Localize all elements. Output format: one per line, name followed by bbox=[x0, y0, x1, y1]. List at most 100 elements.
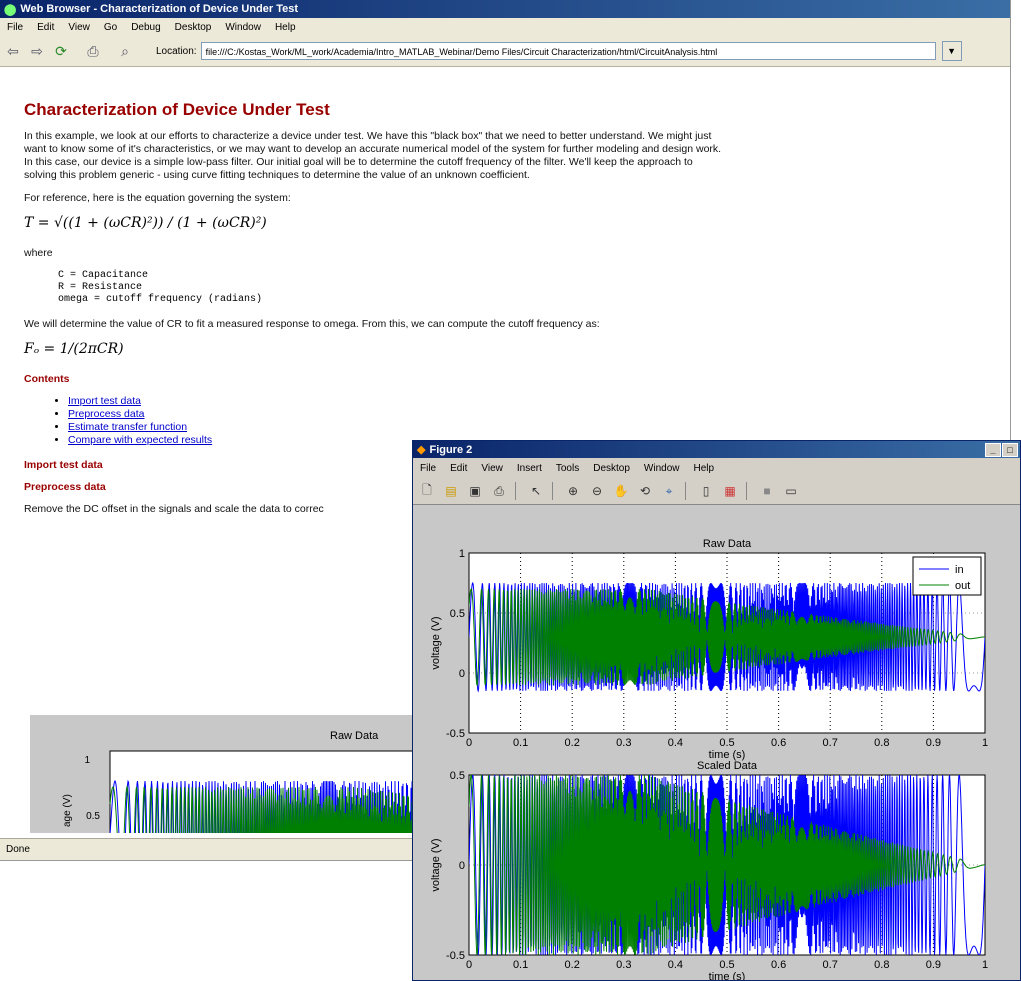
menu-view[interactable]: View bbox=[61, 22, 97, 33]
embedded-ytick: 1 bbox=[84, 755, 90, 766]
refresh-icon[interactable]: ⟳ bbox=[50, 40, 72, 62]
figure-title-bar: ◆ Figure 2 _ □ bbox=[413, 441, 1020, 458]
menu-help[interactable]: Help bbox=[268, 22, 303, 33]
y-tick-label: 0.5 bbox=[450, 770, 465, 782]
y-tick-label: -0.5 bbox=[446, 728, 465, 740]
menu-desktop[interactable]: Desktop bbox=[168, 22, 219, 33]
x-tick-label: 0.9 bbox=[926, 959, 941, 971]
legend-label: in bbox=[955, 564, 964, 576]
x-tick-label: 0.1 bbox=[513, 959, 528, 971]
save-icon[interactable]: ▣ bbox=[465, 481, 485, 501]
transfer-equation: T = √((1 + (ωCR)²)) / (1 + (ωCR)²) bbox=[24, 215, 267, 231]
list-item: Preprocess data bbox=[68, 408, 724, 421]
fig-menu-view[interactable]: View bbox=[474, 463, 510, 474]
chart-title: Scaled Data bbox=[697, 760, 758, 772]
menu-edit[interactable]: Edit bbox=[30, 22, 61, 33]
status-text: Done bbox=[6, 844, 30, 855]
x-tick-label: 0 bbox=[466, 959, 472, 971]
y-tick-label: -0.5 bbox=[446, 950, 465, 962]
fig-menu-help[interactable]: Help bbox=[687, 463, 722, 474]
x-tick-label: 0.8 bbox=[874, 959, 889, 971]
x-tick-label: 0.6 bbox=[771, 959, 786, 971]
where-text: where bbox=[24, 247, 53, 259]
maximize-button[interactable]: □ bbox=[1002, 443, 1018, 457]
minimize-button[interactable]: _ bbox=[985, 443, 1001, 457]
back-arrow-icon[interactable]: ⇦ bbox=[2, 40, 24, 62]
browser-title: Web Browser - Characterization of Device… bbox=[20, 3, 299, 15]
menu-debug[interactable]: Debug bbox=[124, 22, 167, 33]
browser-title-bar: ⬤ Web Browser - Characterization of Devi… bbox=[0, 0, 1010, 18]
variable-definitions: C = Capacitance R = Resistance omega = c… bbox=[58, 270, 263, 305]
x-tick-label: 0.3 bbox=[616, 959, 631, 971]
x-axis-label: time (s) bbox=[709, 971, 746, 980]
fig-menu-file[interactable]: File bbox=[413, 463, 443, 474]
fig-menu-window[interactable]: Window bbox=[637, 463, 687, 474]
embedded-plot-title: Raw Data bbox=[330, 730, 379, 742]
embedded-plot: Raw Data 1 0.5 age (V) bbox=[62, 730, 450, 833]
x-tick-label: 0.9 bbox=[926, 737, 941, 749]
toolbar-separator bbox=[685, 482, 686, 500]
fig-menu-tools[interactable]: Tools bbox=[549, 463, 586, 474]
x-tick-label: 0.2 bbox=[565, 737, 580, 749]
browser-app-icon: ⬤ bbox=[4, 3, 17, 16]
legend-label: out bbox=[955, 580, 970, 592]
contents-heading: Contents bbox=[24, 373, 70, 385]
contents-link[interactable]: Estimate transfer function bbox=[68, 421, 187, 433]
y-tick-label: 0 bbox=[459, 860, 465, 872]
rotate-icon[interactable]: ⟲ bbox=[635, 481, 655, 501]
figure-window: ◆ Figure 2 _ □ File Edit View Insert Too… bbox=[412, 440, 1021, 981]
x-tick-label: 1 bbox=[982, 959, 988, 971]
zoom-out-icon[interactable]: ⊖ bbox=[587, 481, 607, 501]
page-title: Characterization of Device Under Test bbox=[24, 100, 330, 119]
embedded-ytick: 0.5 bbox=[86, 811, 100, 822]
x-tick-label: 1 bbox=[982, 737, 988, 749]
embedded-ylabel: age (V) bbox=[62, 794, 73, 827]
dock-icon[interactable]: ▭ bbox=[781, 481, 801, 501]
new-figure-icon[interactable]: 🗋 bbox=[417, 481, 437, 501]
chart-1: Scaled Data 0 0.1 0.2 0.3 0.4 0.5 0.6 0.7 0.8 0.9 1… bbox=[430, 760, 988, 980]
zoom-in-icon[interactable]: ⊕ bbox=[563, 481, 583, 501]
location-input[interactable]: file:///C:/Kostas_Work/ML_work/Academia/… bbox=[200, 42, 936, 60]
legend-box bbox=[912, 556, 982, 596]
colorbar-icon[interactable]: ▯ bbox=[696, 481, 716, 501]
reference-text: For reference, here is the equation gove… bbox=[24, 192, 291, 204]
chevron-down-icon[interactable]: ▼ bbox=[941, 41, 962, 61]
list-item: Import test data bbox=[68, 395, 724, 408]
contents-link[interactable]: Compare with expected results bbox=[68, 434, 212, 446]
cutoff-equation: Fₒ = 1/(2πCR) bbox=[24, 341, 124, 357]
location-label: Location: bbox=[156, 45, 197, 57]
data-cursor-icon[interactable]: ⌖ bbox=[659, 481, 679, 501]
hide-tools-icon[interactable]: ■ bbox=[757, 481, 777, 501]
print-icon[interactable]: ⎙ bbox=[82, 40, 104, 62]
figure-title: Figure 2 bbox=[429, 443, 473, 456]
contents-link[interactable]: Import test data bbox=[68, 395, 141, 407]
x-tick-label: 0.5 bbox=[719, 737, 734, 749]
contents-link[interactable]: Preprocess data bbox=[68, 408, 144, 420]
chart-title: Raw Data bbox=[703, 538, 752, 550]
fig-menu-desktop[interactable]: Desktop bbox=[586, 463, 637, 474]
embedded-figure: Raw Data 1 0.5 age (V) bbox=[30, 715, 450, 833]
find-icon[interactable]: ⌕ bbox=[114, 40, 136, 62]
pan-icon[interactable]: ✋ bbox=[611, 481, 631, 501]
x-tick-label: 0 bbox=[466, 737, 472, 749]
menu-file[interactable]: File bbox=[0, 22, 30, 33]
determine-text: We will determine the value of CR to fit… bbox=[24, 318, 600, 330]
y-tick-label: 0 bbox=[459, 668, 465, 680]
toolbar-separator bbox=[552, 482, 553, 500]
intro-paragraph: In this example, we look at our efforts … bbox=[24, 130, 722, 181]
print-icon[interactable]: ⎙ bbox=[489, 481, 509, 501]
pointer-icon[interactable]: ↖ bbox=[526, 481, 546, 501]
x-tick-label: 0.1 bbox=[513, 737, 528, 749]
fig-menu-edit[interactable]: Edit bbox=[443, 463, 474, 474]
y-axis-label: voltage (V) bbox=[430, 616, 442, 669]
x-tick-label: 0.8 bbox=[874, 737, 889, 749]
menu-go[interactable]: Go bbox=[97, 22, 124, 33]
legend-icon[interactable]: ▦ bbox=[720, 481, 740, 501]
forward-arrow-icon[interactable]: ⇨ bbox=[26, 40, 48, 62]
open-icon[interactable]: ▤ bbox=[441, 481, 461, 501]
menu-window[interactable]: Window bbox=[218, 22, 268, 33]
browser-menubar: File Edit View Go Debug Desktop Window H… bbox=[0, 18, 1010, 36]
figure-menubar: File Edit View Insert Tools Desktop Wind… bbox=[413, 458, 1020, 478]
fig-menu-insert[interactable]: Insert bbox=[510, 463, 549, 474]
x-tick-label: 0.7 bbox=[823, 737, 838, 749]
